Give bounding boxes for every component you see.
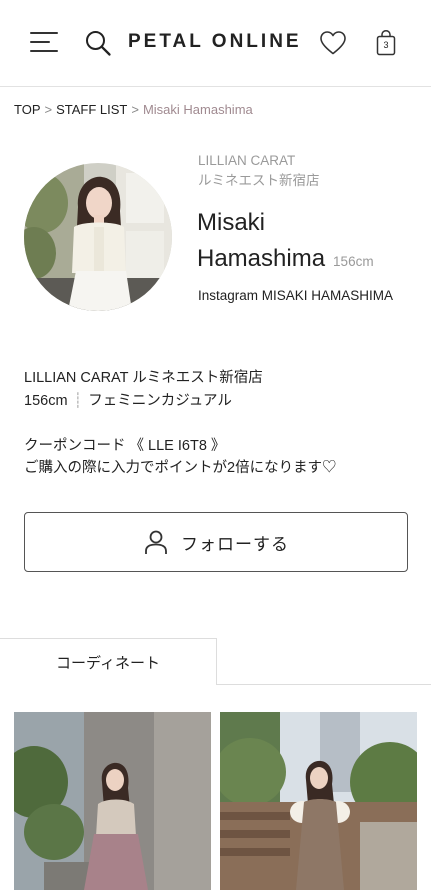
breadcrumb-current: Misaki Hamashima bbox=[142, 102, 253, 117]
breadcrumb-top[interactable]: TOP bbox=[14, 102, 41, 117]
tab-coordinate[interactable]: コーディネート bbox=[0, 638, 217, 685]
content-tabs: コーディネート bbox=[0, 638, 431, 685]
bio-height: 156cm bbox=[24, 392, 68, 409]
follow-label: フォローする bbox=[181, 534, 289, 554]
site-header: PETAL ONLINE 3 bbox=[0, 0, 431, 87]
site-logo[interactable]: PETAL ONLINE bbox=[128, 31, 302, 53]
coordinate-photo bbox=[220, 712, 417, 890]
instagram-link[interactable]: Instagram MISAKI HAMASHIMA bbox=[198, 285, 408, 306]
staff-avatar bbox=[24, 163, 172, 311]
staff-last-name: Hamashima bbox=[197, 245, 326, 272]
bio-divider: ┊ bbox=[73, 392, 83, 409]
coupon-code: クーポンコード 《 LLE I6T8 》 bbox=[24, 437, 226, 454]
coordinate-photo bbox=[14, 712, 211, 890]
shop-brand: LILLIAN CARAT bbox=[198, 153, 296, 168]
heart-icon[interactable] bbox=[319, 30, 347, 56]
breadcrumb-staff-list[interactable]: STAFF LIST bbox=[56, 102, 127, 117]
breadcrumb-separator: > bbox=[44, 102, 53, 117]
person-icon bbox=[145, 530, 167, 554]
staff-photo bbox=[24, 163, 172, 311]
staff-name: Misaki Hamashima 156cm bbox=[197, 205, 422, 280]
staff-bio: LILLIAN CARAT ルミネエスト新宿店 156cm ┊ フェミニンカジュアル… bbox=[24, 367, 414, 480]
breadcrumb: TOP > STAFF LIST > Misaki Hamashima bbox=[14, 102, 253, 117]
bio-shop: LILLIAN CARAT ルミネエスト新宿店 bbox=[24, 370, 263, 386]
coupon-note: ご購入の際に入力でポイントが2倍になります♡ bbox=[24, 460, 337, 476]
shopping-bag-icon[interactable]: 3 bbox=[374, 29, 398, 57]
coordinate-thumbnail[interactable] bbox=[14, 712, 211, 890]
breadcrumb-separator: > bbox=[131, 102, 139, 117]
staff-first-name: Misaki bbox=[197, 209, 266, 236]
shop-location: ルミネエスト新宿店 bbox=[198, 173, 320, 188]
staff-height: 156cm bbox=[333, 254, 374, 269]
hamburger-menu-icon[interactable] bbox=[30, 30, 60, 54]
staff-shop: LILLIAN CARAT ルミネエスト新宿店 bbox=[198, 151, 418, 191]
search-icon[interactable] bbox=[84, 29, 112, 57]
coordinate-thumbnail[interactable] bbox=[220, 712, 417, 890]
tab-baseline bbox=[216, 684, 431, 685]
cart-count-badge: 3 bbox=[383, 40, 389, 50]
follow-button[interactable]: フォローする bbox=[24, 512, 408, 572]
bio-style: フェミニンカジュアル bbox=[88, 392, 232, 409]
